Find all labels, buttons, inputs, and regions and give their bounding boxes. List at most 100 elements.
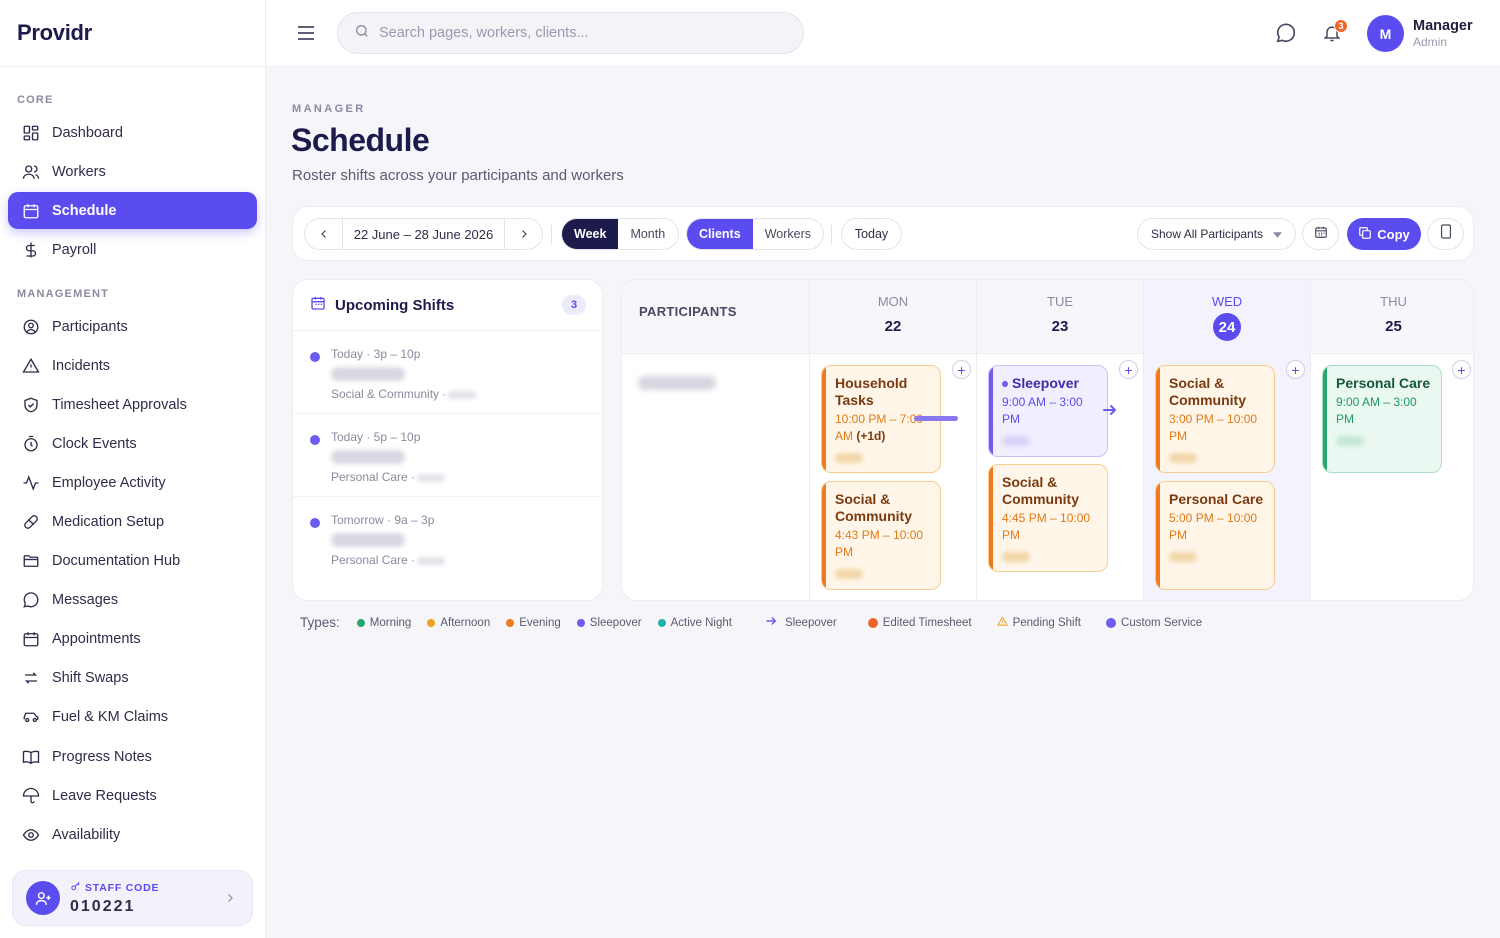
phone-icon — [1440, 224, 1452, 244]
toolbar-divider — [831, 225, 832, 245]
add-shift-button[interactable]: + — [1452, 360, 1471, 379]
sidebar-item-label: Documentation Hub — [52, 552, 181, 569]
calendar-icon — [1314, 225, 1328, 244]
book-icon — [21, 747, 41, 767]
chevron-right-icon — [224, 891, 236, 909]
worker-name-redacted — [835, 453, 863, 463]
worker-name-redacted — [835, 569, 863, 579]
shift-dot — [310, 352, 320, 362]
shift-service: Social & Community · — [331, 387, 477, 401]
brand-logo[interactable]: Providr — [0, 0, 265, 67]
sidebar-item-timesheet-approvals[interactable]: Timesheet Approvals — [8, 386, 257, 423]
participant-filter-select[interactable]: Show All Participants — [1137, 218, 1296, 250]
sidebar-item-leave-requests[interactable]: Leave Requests — [8, 777, 257, 814]
today-button[interactable]: Today — [841, 218, 902, 250]
shift-card[interactable]: Sleepover 9:00 AM – 3:00 PM — [988, 365, 1108, 457]
warning-icon — [996, 615, 1008, 630]
participant-name-redacted — [331, 367, 405, 381]
sidebar-item-label: Leave Requests — [52, 787, 157, 804]
timer-icon — [21, 434, 41, 454]
day-column-wed: WED 24 + Social & Community 3:00 PM – 10… — [1143, 280, 1310, 600]
sidebar-item-label: Participants — [52, 318, 128, 335]
participant-name-redacted — [331, 450, 405, 464]
users-icon — [21, 162, 41, 182]
day-number: 23 — [1051, 318, 1069, 335]
shift-card[interactable]: Social & Community 4:45 PM – 10:00 PM — [988, 464, 1108, 572]
search-input[interactable] — [379, 25, 779, 41]
bell-icon[interactable]: 3 — [1322, 19, 1348, 49]
sidebar-item-medication-setup[interactable]: Medication Setup — [8, 503, 257, 540]
avatar[interactable]: M — [1367, 15, 1404, 52]
message-icon — [21, 590, 41, 610]
sidebar-item-label: Workers — [52, 163, 106, 180]
copy-button[interactable]: Copy — [1347, 218, 1421, 250]
sidebar-item-clock-events[interactable]: Clock Events — [8, 425, 257, 462]
sidebar-item-messages[interactable]: Messages — [8, 581, 257, 618]
pill-icon — [21, 512, 41, 532]
sidebar-item-label: Timesheet Approvals — [52, 396, 187, 413]
user-role: Admin — [1413, 35, 1448, 49]
user-name: Manager — [1413, 18, 1473, 34]
shift-time: 4:43 PM – 10:00 PM — [835, 528, 924, 559]
sidebar-item-label: Schedule — [52, 202, 117, 219]
legend-item-morning: Morning — [356, 617, 411, 629]
shift-time: 5:00 PM – 10:00 PM — [1169, 511, 1258, 542]
toolbar-divider — [551, 225, 552, 245]
shift-time: Today · 5p – 10p — [331, 430, 421, 444]
sidebar-item-participants[interactable]: Participants — [8, 308, 257, 345]
sidebar-item-employee-activity[interactable]: Employee Activity — [8, 464, 257, 501]
shift-card[interactable]: Personal Care 9:00 AM – 3:00 PM — [1322, 365, 1442, 473]
menu-icon[interactable] — [296, 24, 316, 47]
shift-card[interactable]: Social & Community 4:43 PM – 10:00 PM — [821, 481, 941, 590]
shift-card[interactable]: Social & Community 3:00 PM – 10:00 PM — [1155, 365, 1275, 473]
mode-workers-button[interactable]: Workers — [753, 219, 823, 249]
legend-item-pending-shift: Pending Shift — [996, 615, 1081, 630]
nav-section-core: CORE — [17, 94, 54, 106]
next-week-button[interactable] — [504, 219, 542, 249]
sidebar-item-shift-swaps[interactable]: Shift Swaps — [8, 659, 257, 696]
warning-icon — [21, 356, 41, 376]
page-title: Schedule — [291, 122, 430, 158]
sidebar-item-appointments[interactable]: Appointments — [8, 620, 257, 657]
add-shift-button[interactable]: + — [1286, 360, 1305, 379]
add-shift-button[interactable]: + — [1119, 360, 1138, 379]
sidebar-item-documentation-hub[interactable]: Documentation Hub — [8, 542, 257, 579]
chat-icon[interactable] — [1275, 22, 1297, 49]
sidebar-item-progress-notes[interactable]: Progress Notes — [8, 738, 257, 775]
sidebar-item-workers[interactable]: Workers — [8, 153, 257, 190]
sidebar-item-schedule[interactable]: Schedule — [8, 192, 257, 229]
car-icon — [21, 707, 41, 727]
sidebar-item-label: Availability — [52, 826, 121, 843]
shield-check-icon — [21, 395, 41, 415]
shift-service: Personal Care · — [331, 553, 446, 567]
caret-down-icon — [1273, 227, 1283, 241]
mode-clients-button[interactable]: Clients — [687, 219, 753, 249]
previous-week-button[interactable] — [305, 219, 343, 249]
sidebar-item-payroll[interactable]: Payroll — [8, 231, 257, 268]
shift-dot — [310, 435, 320, 445]
participant-name-redacted[interactable] — [638, 376, 716, 390]
view-week-button[interactable]: Week — [562, 219, 619, 249]
staff-code-value: 010221 — [70, 897, 136, 915]
day-column-tue: TUE 23 + Sleepover 9:00 AM – 3:00 PM Soc… — [976, 280, 1143, 600]
mobile-view-button[interactable] — [1427, 218, 1464, 250]
search-bar[interactable] — [337, 12, 804, 54]
notification-badge: 3 — [1334, 19, 1348, 33]
list-item[interactable]: Tomorrow · 9a – 3p Personal Care · — [293, 497, 602, 580]
sidebar-item-availability[interactable]: Availability — [8, 816, 257, 853]
sidebar-item-dashboard[interactable]: Dashboard — [8, 114, 257, 151]
staff-code-card[interactable]: STAFF CODE 010221 — [12, 870, 253, 926]
sidebar-item-fuel-km-claims[interactable]: Fuel & KM Claims — [8, 698, 257, 735]
calendar-picker-button[interactable] — [1302, 218, 1339, 250]
sidebar-item-label: Fuel & KM Claims — [52, 708, 169, 725]
shift-time: 9:00 AM – 3:00 PM — [1002, 395, 1083, 426]
list-item[interactable]: Today · 3p – 10p Social & Community · — [293, 331, 602, 414]
day-number: 25 — [1385, 318, 1402, 335]
view-month-button[interactable]: Month — [618, 219, 677, 249]
add-shift-button[interactable]: + — [952, 360, 971, 379]
shift-title: Sleepover — [1002, 375, 1097, 392]
list-item[interactable]: Today · 5p – 10p Personal Care · — [293, 414, 602, 497]
sidebar-item-incidents[interactable]: Incidents — [8, 347, 257, 384]
sidebar-item-label: Clock Events — [52, 435, 137, 452]
shift-card[interactable]: Personal Care 5:00 PM – 10:00 PM — [1155, 481, 1275, 590]
